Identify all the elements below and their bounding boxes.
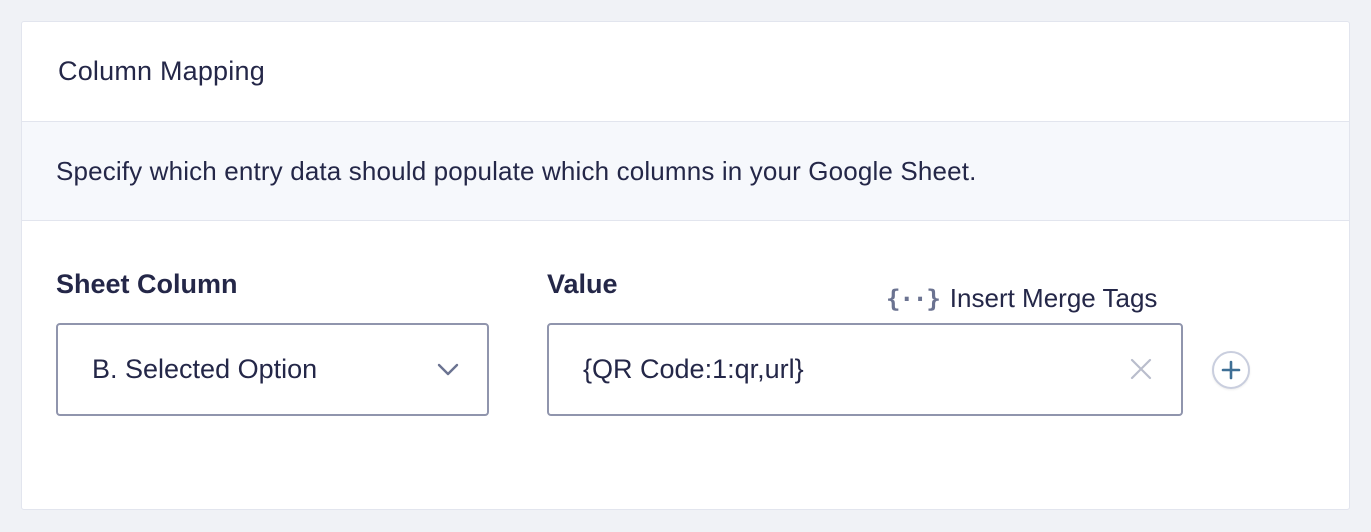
value-label: Value	[547, 269, 618, 299]
column-mapping-card: Column Mapping Specify which entry data …	[21, 21, 1350, 510]
chevron-down-icon	[437, 358, 459, 380]
card-title: Column Mapping	[58, 56, 265, 86]
selected-column-text: B. Selected Option	[92, 354, 318, 384]
plus-icon	[1221, 360, 1241, 380]
value-input[interactable]: {QR Code:1:qr,url}	[547, 323, 1183, 416]
insert-merge-tags-label: Insert Merge Tags	[949, 283, 1158, 313]
add-mapping-button[interactable]	[1212, 351, 1250, 389]
close-icon[interactable]	[1129, 357, 1153, 381]
card-header: Column Mapping	[22, 22, 1349, 122]
insert-merge-tags-button[interactable]: {··} Insert Merge Tags	[886, 283, 1157, 314]
mapping-row: Sheet Column Value {··} Insert Merge Tag…	[22, 221, 1349, 509]
curly-braces-icon: {··}	[886, 284, 941, 313]
sheet-column-label: Sheet Column	[56, 269, 238, 299]
card-description: Specify which entry data should populate…	[22, 122, 1349, 221]
description-text: Specify which entry data should populate…	[56, 155, 977, 186]
value-text: {QR Code:1:qr,url}	[583, 354, 804, 384]
sheet-column-select[interactable]: B. Selected Option	[56, 323, 489, 416]
